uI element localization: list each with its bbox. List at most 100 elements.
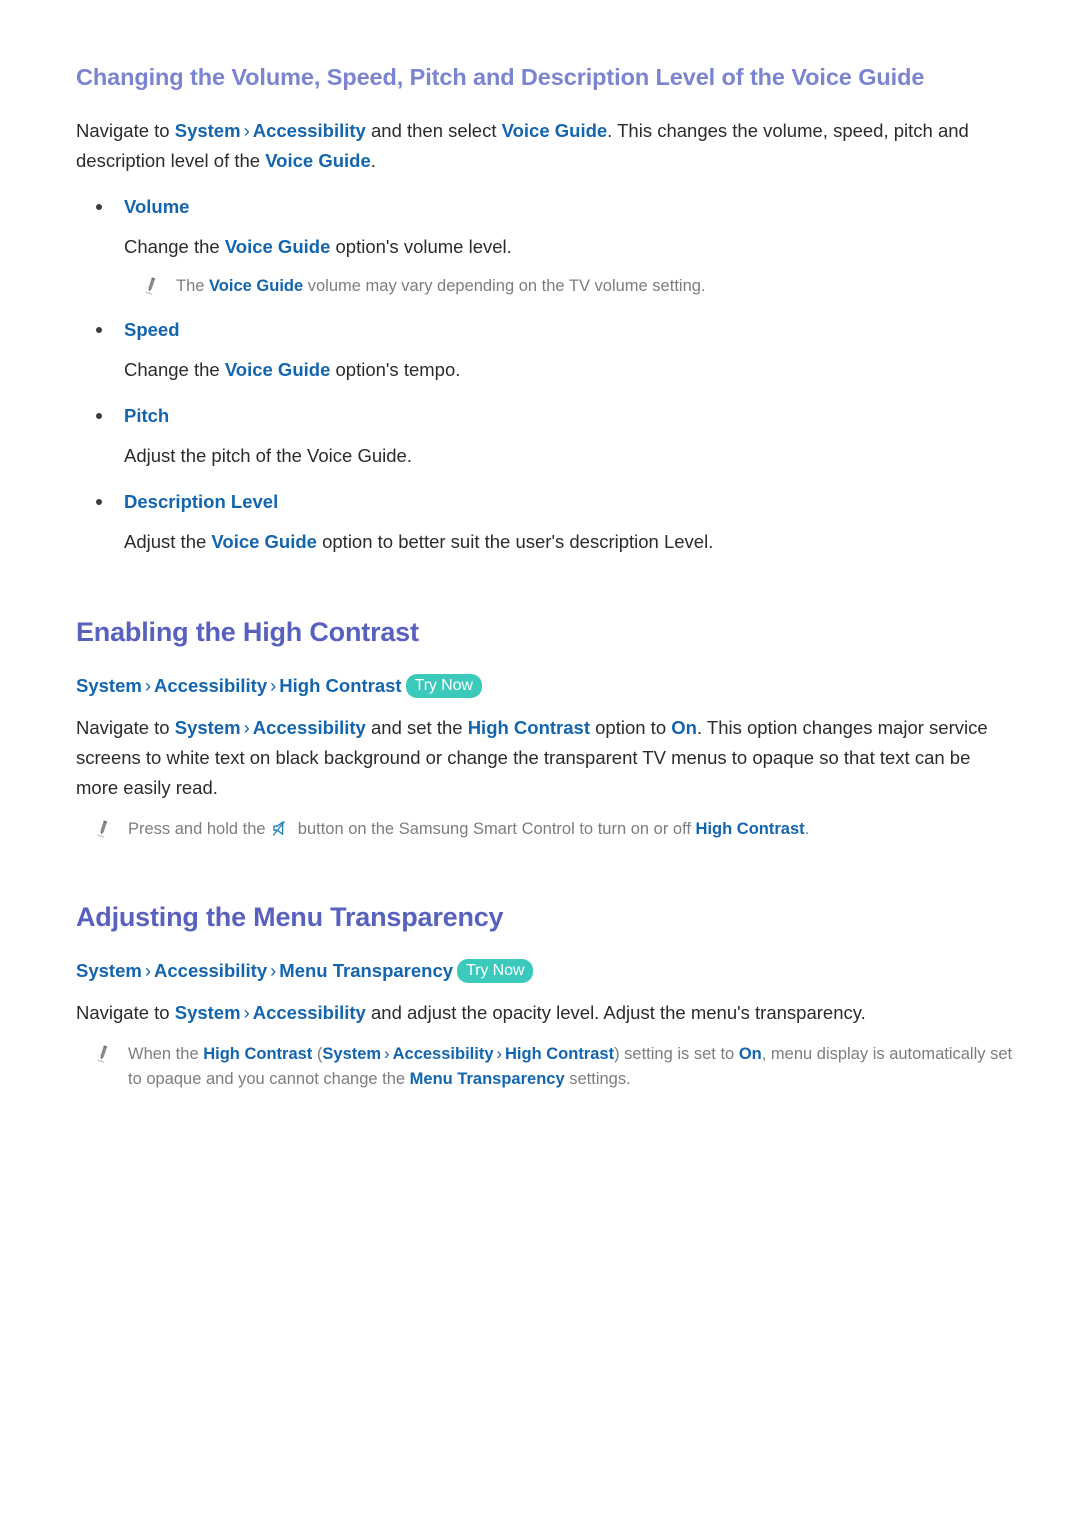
body-text-3: option to <box>590 717 672 738</box>
link-voice-guide[interactable]: Voice Guide <box>211 531 317 552</box>
link-system[interactable]: System <box>322 1045 381 1063</box>
topic-intro-paragraph: Navigate to System › Accessibility and the… <box>76 116 1011 176</box>
mute-icon <box>272 820 291 837</box>
note-text-3: ) setting is set to <box>614 1045 739 1063</box>
link-system[interactable]: System <box>175 1002 241 1023</box>
intro-text-2: and then select <box>365 120 502 141</box>
section-high-contrast: Enabling the High Contrast System › Access… <box>76 615 1020 842</box>
breadcrumb-item-high-contrast[interactable]: High Contrast <box>279 675 401 696</box>
breadcrumb-separator-icon: › <box>243 120 250 141</box>
breadcrumb-separator-icon: › <box>384 1045 390 1063</box>
list-item: Volume Change the Voice Guide option's v… <box>76 192 1020 299</box>
body-text-2: and set the <box>365 717 468 738</box>
link-system[interactable]: System <box>175 120 241 141</box>
link-high-contrast-2[interactable]: High Contrast <box>505 1045 614 1063</box>
breadcrumb: System › Accessibility › High Contrast Try No… <box>76 671 1020 701</box>
list-item: Pitch Adjust the pitch of the Voice Guid… <box>76 401 1020 471</box>
body-text-1: Navigate to <box>76 1002 175 1023</box>
breadcrumb-item-accessibility[interactable]: Accessibility <box>154 960 267 981</box>
note-text-post: . <box>804 820 810 838</box>
intro-text-4: . <box>370 150 376 171</box>
note-text-5: settings. <box>564 1070 631 1088</box>
link-high-contrast[interactable]: High Contrast <box>203 1045 312 1063</box>
intro-text-1: Navigate to <box>76 120 175 141</box>
note-text-pre: Press and hold the <box>128 820 271 838</box>
try-now-button[interactable]: Try Now <box>457 959 534 983</box>
breadcrumb-separator-icon: › <box>243 717 250 738</box>
bullet-description-pitch: Adjust the pitch of the Voice Guide. <box>76 441 1020 471</box>
bullet-dot-icon <box>96 327 102 333</box>
menu-transparency-body: Navigate to System › Accessibility and adj… <box>76 998 1011 1028</box>
pencil-icon <box>142 276 160 296</box>
desc-post: option to better suit the user's descrip… <box>316 531 714 552</box>
bullet-label-text: Description Level <box>124 491 279 512</box>
list-item: Speed Change the Voice Guide option's te… <box>76 315 1020 385</box>
breadcrumb-separator-icon: › <box>270 675 277 696</box>
link-on[interactable]: On <box>671 717 697 738</box>
link-accessibility[interactable]: Accessibility <box>253 120 366 141</box>
bullet-dot-icon <box>96 499 102 505</box>
breadcrumb-item-accessibility[interactable]: Accessibility <box>154 675 267 696</box>
link-accessibility[interactable]: Accessibility <box>393 1045 494 1063</box>
link-accessibility[interactable]: Accessibility <box>253 717 366 738</box>
pencil-icon <box>94 1044 112 1064</box>
desc-post: option's volume level. <box>330 236 512 257</box>
link-voice-guide[interactable]: Voice Guide <box>502 120 608 141</box>
link-system[interactable]: System <box>175 717 241 738</box>
manual-page: Changing the Volume, Speed, Pitch and De… <box>0 0 1080 1527</box>
bullet-dot-icon <box>96 413 102 419</box>
body-text-2: and adjust the opacity level. Adjust the… <box>365 1002 866 1023</box>
breadcrumb-separator-icon: › <box>144 960 151 981</box>
bullet-label-speed[interactable]: Speed <box>76 315 1020 345</box>
link-menu-transparency[interactable]: Menu Transparency <box>410 1070 565 1088</box>
breadcrumb-separator-icon: › <box>243 1002 250 1023</box>
try-now-button[interactable]: Try Now <box>405 674 482 698</box>
bullet-label-description-level[interactable]: Description Level <box>76 487 1020 517</box>
breadcrumb: System › Accessibility › Menu Transparency Tr… <box>76 956 1020 986</box>
page-title-high-contrast: Enabling the High Contrast <box>76 617 419 647</box>
breadcrumb-separator-icon: › <box>496 1045 503 1063</box>
breadcrumb-item-menu-transparency[interactable]: Menu Transparency <box>279 960 453 981</box>
page-title-menu-transparency: Adjusting the Menu Transparency <box>76 902 504 932</box>
link-high-contrast[interactable]: High Contrast <box>468 717 590 738</box>
link-on[interactable]: On <box>739 1045 762 1063</box>
bullet-description-speed: Change the Voice Guide option's tempo. <box>76 355 1020 385</box>
link-voice-guide-2[interactable]: Voice Guide <box>265 150 371 171</box>
bullet-label-pitch[interactable]: Pitch <box>76 401 1020 431</box>
desc-pre: Change the <box>124 359 225 380</box>
voice-guide-option-list: Volume Change the Voice Guide option's v… <box>76 192 1020 557</box>
bullet-label-volume[interactable]: Volume <box>76 192 1020 222</box>
note-volume: The Voice Guide volume may vary dependin… <box>124 274 1016 299</box>
breadcrumb-separator-icon: › <box>270 960 277 981</box>
desc-post: option's tempo. <box>330 359 461 380</box>
list-item: Description Level Adjust the Voice Guide… <box>76 487 1020 557</box>
page-content: Changing the Volume, Speed, Pitch and De… <box>0 0 1080 1092</box>
bullet-label-text: Speed <box>124 319 180 340</box>
bullet-description-description-level: Adjust the Voice Guide option to better … <box>76 527 1020 557</box>
note-text-mid: button on the Samsung Smart Control to t… <box>293 820 696 838</box>
desc-pre: Change the <box>124 236 225 257</box>
link-voice-guide[interactable]: Voice Guide <box>225 359 331 380</box>
breadcrumb-item-system[interactable]: System <box>76 960 142 981</box>
breadcrumb-separator-icon: › <box>144 675 151 696</box>
high-contrast-body: Navigate to System › Accessibility and set… <box>76 713 1011 803</box>
note-text-2: ( <box>312 1045 323 1063</box>
note-text-post: volume may vary depending on the TV volu… <box>303 277 706 295</box>
link-voice-guide[interactable]: Voice Guide <box>209 277 303 295</box>
section-menu-transparency: Adjusting the Menu Transparency System › A… <box>76 900 1020 1092</box>
note-text-1: When the <box>128 1045 204 1063</box>
bullet-label-text: Volume <box>124 196 190 217</box>
breadcrumb-item-system[interactable]: System <box>76 675 142 696</box>
desc-pre: Adjust the pitch of the Voice Guide. <box>124 445 412 466</box>
bullet-description-volume: Change the Voice Guide option's volume l… <box>76 232 1020 262</box>
link-high-contrast[interactable]: High Contrast <box>696 820 805 838</box>
bullet-dot-icon <box>96 204 102 210</box>
note-menu-transparency: When the High Contrast (System › Accessibi… <box>76 1042 1020 1092</box>
note-text-pre: The <box>176 277 210 295</box>
link-accessibility[interactable]: Accessibility <box>253 1002 366 1023</box>
note-high-contrast: Press and hold the button on the Samsung… <box>76 817 1020 842</box>
topic-title: Changing the Volume, Speed, Pitch and De… <box>76 64 925 90</box>
link-voice-guide[interactable]: Voice Guide <box>225 236 331 257</box>
bullet-label-text: Pitch <box>124 405 170 426</box>
desc-pre: Adjust the <box>124 531 212 552</box>
